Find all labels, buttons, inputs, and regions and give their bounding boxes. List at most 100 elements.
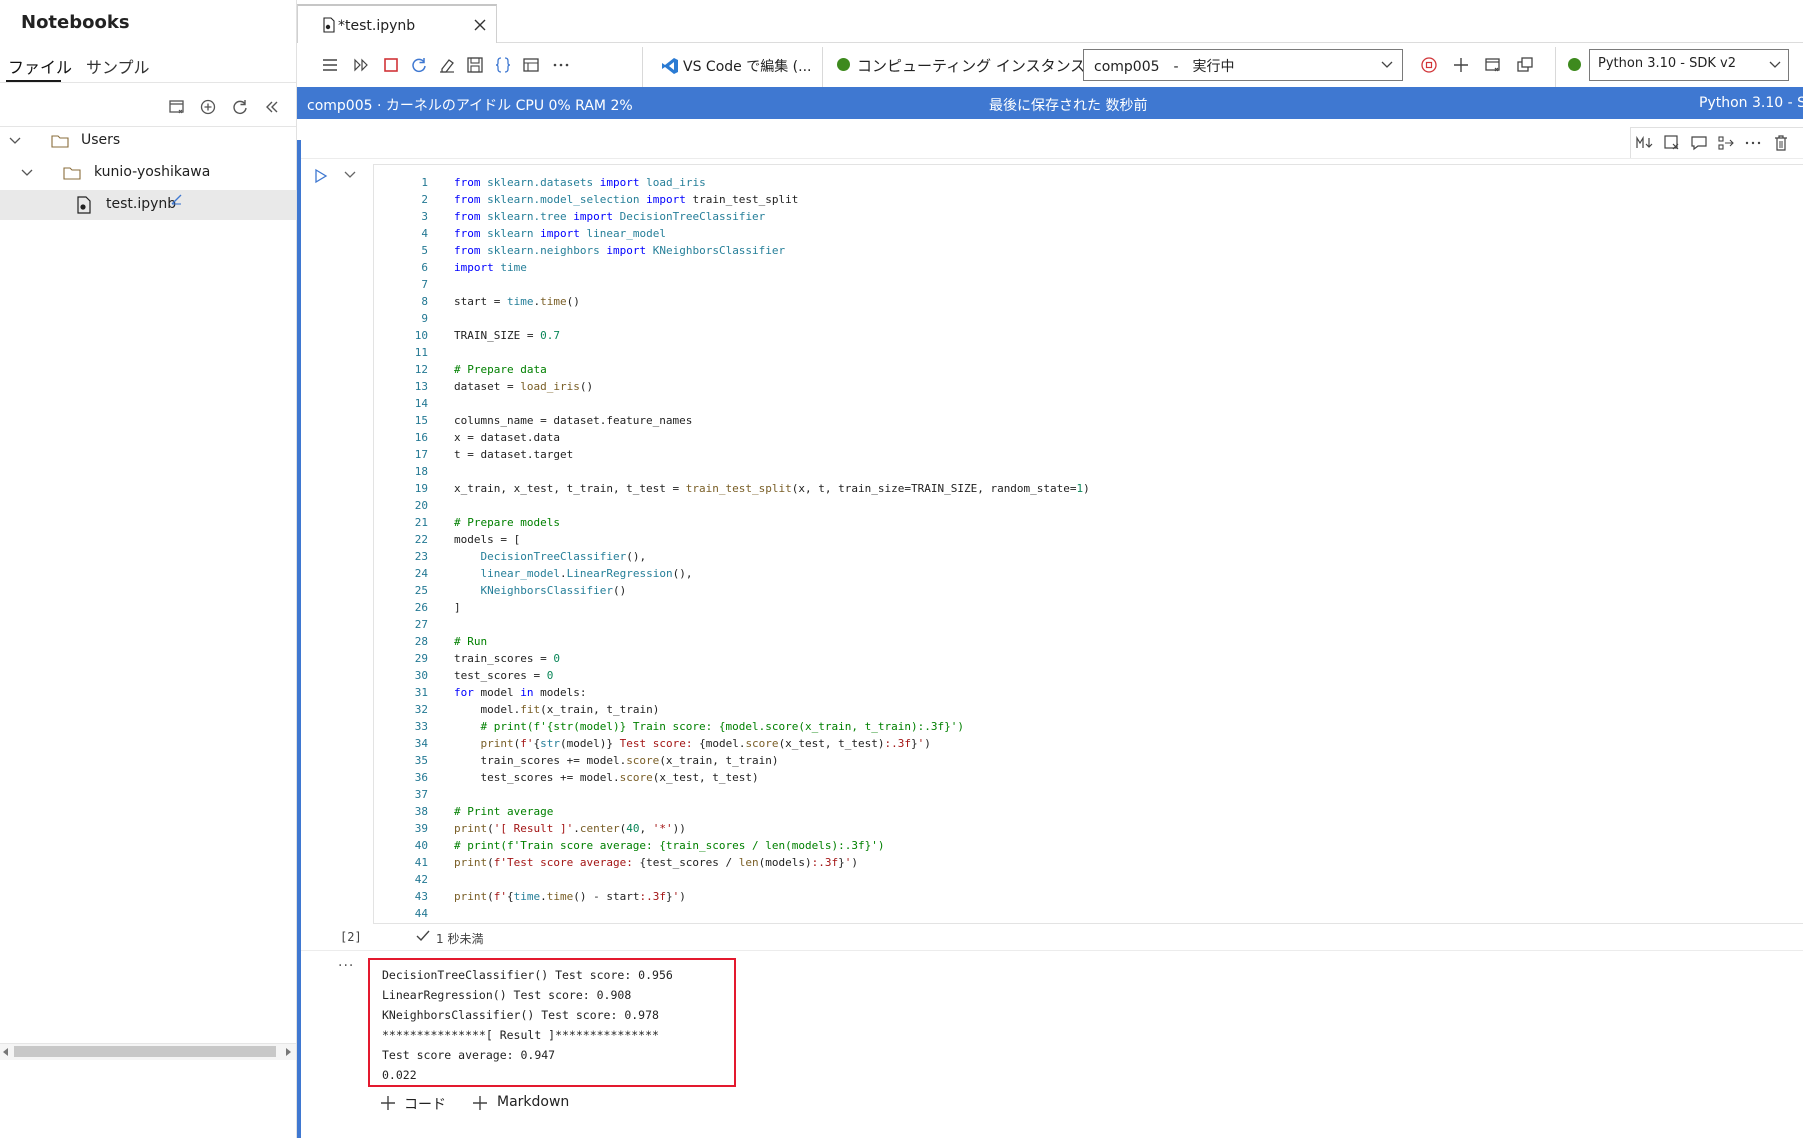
kernel-select[interactable]: Python 3.10 - SDK v2 <box>1589 49 1789 81</box>
add-icon[interactable] <box>197 96 219 118</box>
clear-outputs-icon[interactable] <box>437 55 457 75</box>
compute-instance-select[interactable]: comp005 - 実行中 <box>1083 49 1403 81</box>
line-number: 7 <box>421 278 428 291</box>
clear-cell-output-icon[interactable] <box>1663 134 1681 152</box>
code-line: models = [ <box>454 533 521 546</box>
code-line: # print(f'Train score average: {train_sc… <box>454 839 885 852</box>
code-line: print(f'{time.time() - start:.3f}') <box>454 890 686 903</box>
code-line: from sklearn.model_selection import trai… <box>454 193 799 206</box>
comment-icon[interactable] <box>1690 134 1708 152</box>
edit-in-vscode-button[interactable]: VS Code で編集 (... <box>683 56 811 76</box>
line-number: 1 <box>421 176 428 189</box>
add-code-cell-button[interactable]: コード <box>404 1094 446 1114</box>
code-line: # print(f'{str(model)} Train score: {mod… <box>480 720 964 733</box>
restart-kernel-icon[interactable] <box>409 55 429 75</box>
code-line: # Prepare data <box>454 363 547 376</box>
execution-time: 1 秒未満 <box>436 932 484 946</box>
code-line: start = time.time() <box>454 295 580 308</box>
save-icon[interactable] <box>465 55 485 75</box>
vscode-icon <box>661 57 679 75</box>
menu-icon[interactable] <box>320 55 340 75</box>
tree-item-kunio-yoshikawa[interactable]: kunio-yoshikawa <box>0 158 296 188</box>
last-saved-text: 最後に保存された 数秒前 <box>989 98 1148 114</box>
output-options-icon[interactable]: ··· <box>338 958 354 974</box>
line-number: 37 <box>414 788 428 801</box>
chevron-down-icon[interactable] <box>1380 60 1394 70</box>
markdown-toggle-icon[interactable] <box>1635 134 1653 152</box>
line-number: 34 <box>414 737 428 750</box>
tree-item-test-ipynb[interactable]: test.ipynb <box>0 190 296 220</box>
tree-item-label: Users <box>81 132 121 148</box>
chevron-down-icon[interactable] <box>1768 60 1782 70</box>
chevron-down-icon[interactable] <box>8 136 22 146</box>
code-line: test_scores = 0 <box>454 669 554 682</box>
folder-icon <box>51 135 69 148</box>
line-number: 25 <box>414 584 428 597</box>
line-number: 3 <box>421 210 428 223</box>
open-terminal-icon[interactable] <box>1515 55 1535 75</box>
output-line: 0.022 <box>382 1068 417 1082</box>
editing-icon <box>171 194 182 205</box>
add-compute-icon[interactable] <box>1451 55 1471 75</box>
collapse-sidebar-icon[interactable] <box>261 96 283 118</box>
line-number: 26 <box>414 601 428 614</box>
scroll-left-icon[interactable] <box>3 1048 9 1056</box>
code-line: # Run <box>454 635 488 648</box>
toolbar-divider <box>822 47 823 87</box>
stop-icon[interactable] <box>381 55 401 75</box>
code-line: import time <box>454 261 527 274</box>
run-cell-icon[interactable] <box>313 168 329 184</box>
tree-item-label: kunio-yoshikawa <box>94 164 211 180</box>
line-number: 42 <box>414 873 428 886</box>
delete-cell-icon[interactable] <box>1772 134 1790 152</box>
line-number: 5 <box>421 244 428 257</box>
refresh-icon[interactable] <box>229 96 251 118</box>
stop-compute-icon[interactable] <box>1419 55 1439 75</box>
code-line: print(f'{str(model)} Test score: {model.… <box>480 737 931 750</box>
line-number: 18 <box>414 465 428 478</box>
line-number: 36 <box>414 771 428 784</box>
outline-icon[interactable] <box>521 55 541 75</box>
compute-instance-label: コンピューティング インスタンス: <box>857 57 1091 75</box>
code-line: columns_name = dataset.feature_names <box>454 414 693 427</box>
line-number: 14 <box>414 397 428 410</box>
active-cell-indicator <box>297 140 301 1138</box>
line-number: 12 <box>414 363 428 376</box>
close-icon[interactable] <box>474 19 486 31</box>
chevron-down-icon[interactable] <box>20 168 34 178</box>
tree-item-users[interactable]: Users <box>0 126 296 156</box>
toolbar-divider <box>1555 47 1556 87</box>
plus-icon[interactable] <box>472 1095 488 1111</box>
run-all-icon[interactable] <box>352 55 372 75</box>
scrollbar-thumb[interactable] <box>14 1046 276 1057</box>
cell-more-options-icon[interactable] <box>1744 134 1762 152</box>
line-number: 13 <box>414 380 428 393</box>
more-options-icon[interactable] <box>551 55 571 75</box>
tab-files[interactable]: ファイル <box>8 54 72 78</box>
code-line: print(f'Test score average: {test_scores… <box>454 856 859 869</box>
line-number: 39 <box>414 822 428 835</box>
line-number: 9 <box>421 312 428 325</box>
code-editor[interactable] <box>373 164 1803 924</box>
variables-icon[interactable] <box>493 55 513 75</box>
output-divider <box>301 950 1803 951</box>
output-line: LinearRegression() Test score: 0.908 <box>382 988 632 1002</box>
plus-icon[interactable] <box>380 1095 396 1111</box>
code-line: from sklearn import linear_model <box>454 227 666 240</box>
tab-samples[interactable]: サンプル <box>86 54 150 78</box>
code-line: dataset = load_iris() <box>454 380 594 393</box>
line-number: 30 <box>414 669 428 682</box>
split-cell-icon[interactable] <box>1717 134 1735 152</box>
line-number: 17 <box>414 448 428 461</box>
code-line: x = dataset.data <box>454 431 560 444</box>
chevron-down-icon[interactable] <box>343 169 357 181</box>
new-file-icon[interactable] <box>166 96 188 118</box>
editor-tab-test-ipynb[interactable]: *test.ipynb <box>297 4 497 44</box>
compute-details-icon[interactable] <box>1483 55 1503 75</box>
line-number: 6 <box>421 261 428 274</box>
add-markdown-cell-button[interactable]: Markdown <box>497 1094 569 1110</box>
kernel-name-text: Python 3.10 - SDK v2 <box>1699 95 1803 111</box>
line-number: 29 <box>414 652 428 665</box>
scroll-right-icon[interactable] <box>286 1048 292 1056</box>
line-number: 4 <box>421 227 428 240</box>
